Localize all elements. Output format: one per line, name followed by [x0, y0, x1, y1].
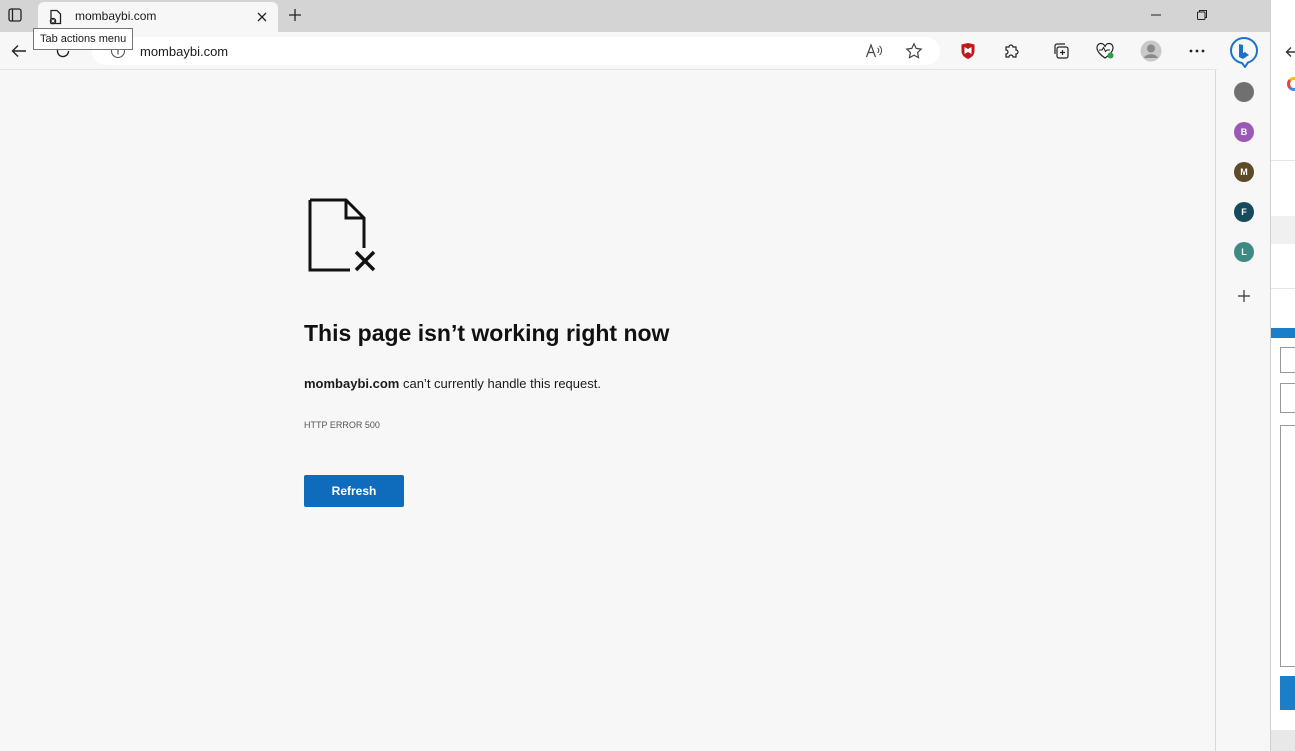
- restore-icon: [1197, 10, 1207, 20]
- settings-and-more-button[interactable]: [1184, 38, 1210, 64]
- browser-toolbar: mombaybi.com: [0, 32, 1270, 70]
- extensions-button[interactable]: [999, 38, 1025, 64]
- sidebar-item-f[interactable]: F: [1234, 202, 1254, 222]
- sidebar-item-profile-gray[interactable]: [1234, 82, 1254, 102]
- side-panel-partial: [1270, 0, 1295, 751]
- favorite-button[interactable]: [902, 39, 926, 63]
- sidebar-item-m[interactable]: M: [1234, 162, 1254, 182]
- error-page: This page isn’t working right now mombay…: [0, 70, 1216, 751]
- address-url: mombaybi.com: [140, 44, 229, 59]
- close-icon: [257, 12, 267, 22]
- panel-input[interactable]: [1280, 383, 1295, 413]
- sidebar-item-letter: M: [1240, 167, 1248, 177]
- tab-close-button[interactable]: [252, 7, 272, 27]
- plus-icon: [1238, 290, 1250, 302]
- google-icon: [1287, 77, 1295, 91]
- profile-button[interactable]: [1138, 38, 1164, 64]
- sidebar-add-button[interactable]: [1234, 286, 1254, 306]
- new-tab-button[interactable]: [284, 4, 306, 26]
- heart-pulse-icon: [1096, 42, 1114, 59]
- panel-divider: [1271, 160, 1295, 161]
- bing-copilot-button[interactable]: [1229, 36, 1259, 69]
- collections-button[interactable]: [1048, 38, 1074, 64]
- error-description: mombaybi.com can’t currently handle this…: [304, 376, 601, 391]
- refresh-button[interactable]: Refresh: [304, 475, 404, 507]
- tab-actions-menu-button[interactable]: [4, 4, 26, 26]
- panel-bottom-bar: [1271, 730, 1295, 751]
- read-aloud-button[interactable]: [862, 39, 886, 63]
- edge-sidebar: B M F L: [1217, 32, 1270, 751]
- sidebar-header: [1217, 0, 1270, 32]
- tab-title: mombaybi.com: [75, 9, 157, 23]
- broken-page-favicon-icon: [48, 9, 64, 25]
- plus-icon: [289, 9, 301, 21]
- mcafee-extension-button[interactable]: [955, 38, 981, 64]
- error-code: HTTP ERROR 500: [304, 420, 380, 430]
- arrow-left-icon[interactable]: [1285, 45, 1295, 59]
- sidebar-item-letter: B: [1240, 127, 1248, 137]
- more-horizontal-icon: [1189, 49, 1205, 53]
- panel-divider: [1271, 288, 1295, 289]
- mcafee-shield-icon: [961, 43, 975, 59]
- panel-action-button[interactable]: [1280, 676, 1295, 710]
- collections-icon: [1054, 43, 1069, 59]
- broken-document-icon: [308, 198, 376, 272]
- tab-actions-tooltip: Tab actions menu: [33, 28, 134, 50]
- panel-row: [1271, 216, 1295, 244]
- error-title: This page isn’t working right now: [304, 320, 670, 346]
- panel-accent-bar: [1271, 328, 1295, 338]
- back-button[interactable]: [6, 38, 32, 64]
- minimize-button[interactable]: [1143, 4, 1169, 26]
- sidebar-item-letter: L: [1241, 247, 1247, 257]
- puzzle-icon: [1005, 44, 1019, 58]
- star-icon: [905, 42, 923, 59]
- sidebar-item-letter: F: [1241, 207, 1247, 217]
- panel-list[interactable]: [1280, 425, 1295, 667]
- read-aloud-icon: [865, 43, 882, 58]
- sidebar-item-l[interactable]: L: [1234, 242, 1254, 262]
- arrow-left-icon: [11, 45, 26, 57]
- minimize-icon: [1151, 14, 1161, 16]
- sidebar-item-b[interactable]: B: [1234, 122, 1254, 142]
- bing-icon: [1229, 36, 1259, 69]
- address-bar[interactable]: mombaybi.com: [92, 37, 940, 65]
- error-domain: mombaybi.com: [304, 376, 400, 391]
- tab-strip: mombaybi.com: [0, 0, 1270, 32]
- tab-actions-icon: [8, 8, 22, 22]
- restore-button[interactable]: [1189, 4, 1215, 26]
- avatar-icon: [1140, 40, 1162, 62]
- error-message: can’t currently handle this request.: [399, 376, 601, 391]
- panel-input[interactable]: [1280, 347, 1295, 373]
- browser-essentials-button[interactable]: [1092, 38, 1118, 64]
